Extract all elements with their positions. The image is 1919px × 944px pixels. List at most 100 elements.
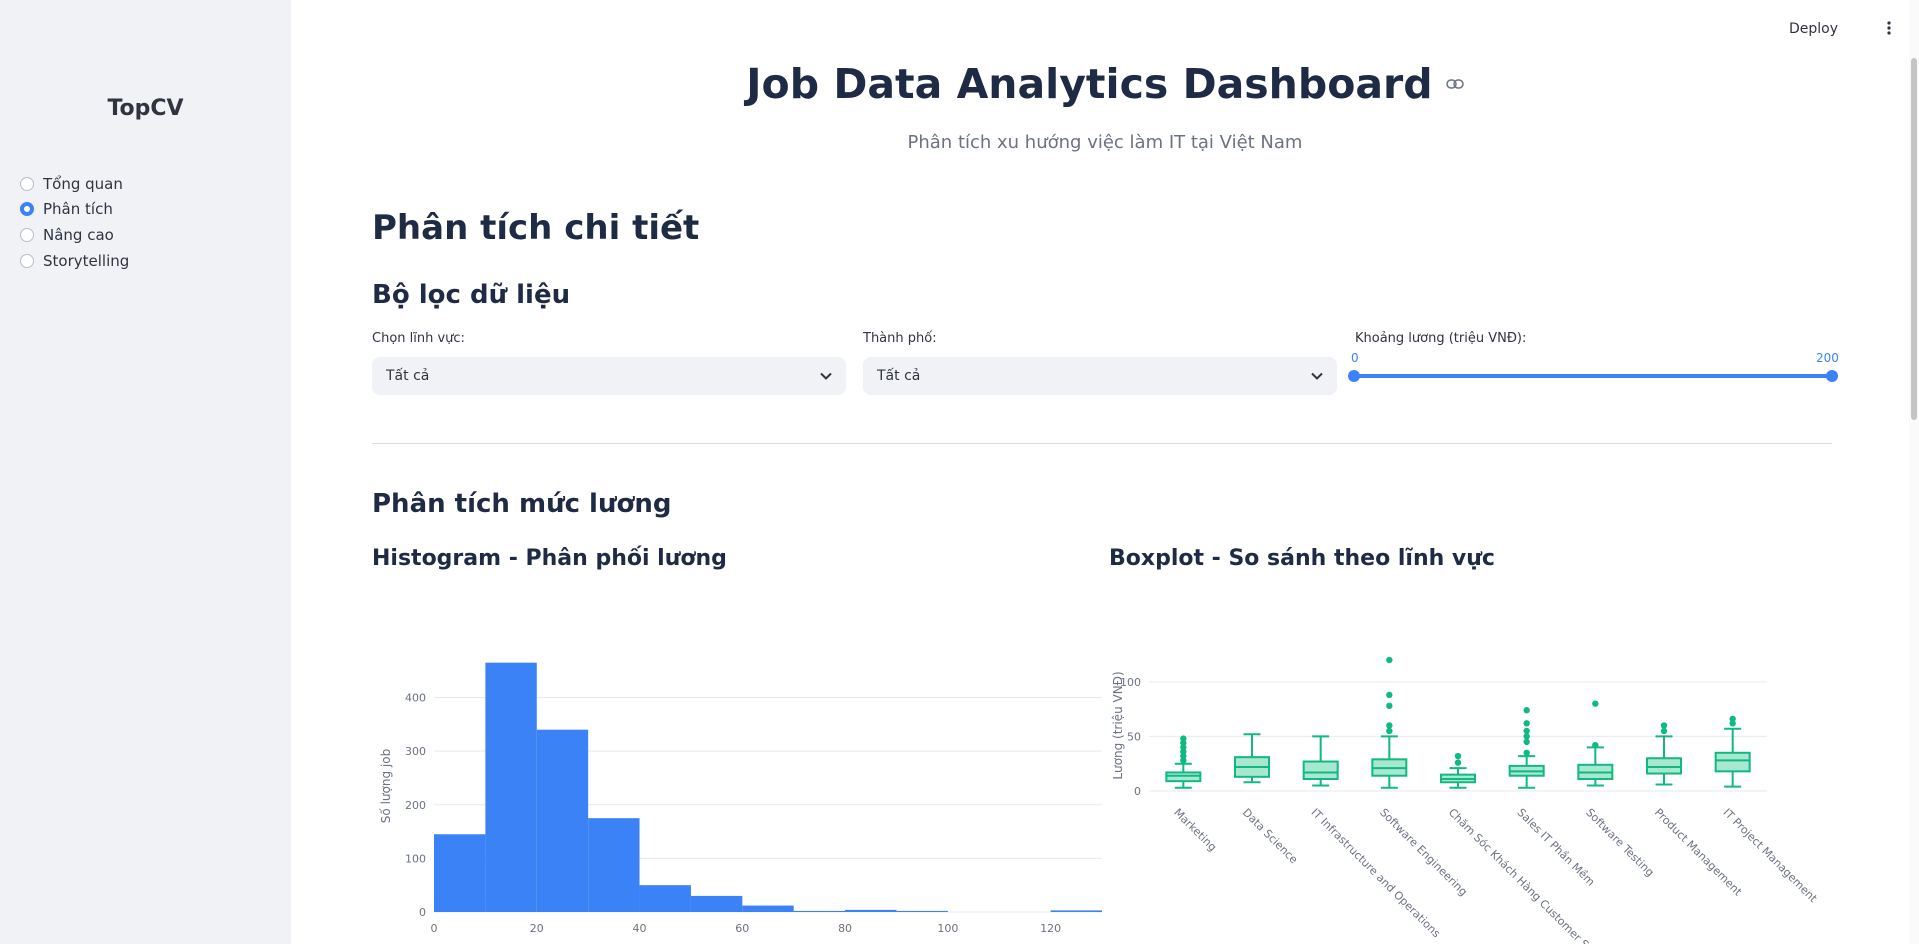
histogram-bar [588,818,640,912]
histogram-bar [1050,910,1102,912]
x-tick-label: 120 [1040,922,1061,935]
city-select[interactable]: Tất cả [863,357,1337,395]
x-tick-label: 20 [530,922,544,935]
x-tick-label: 80 [838,922,852,935]
radio-icon[interactable] [20,253,34,268]
box-outlier [1386,722,1393,729]
box-outlier [1386,691,1393,699]
nav-item-label: Nâng cao [43,225,114,244]
box-outlier [1660,727,1668,735]
nav-item-nang-cao[interactable]: Nâng cao [20,222,129,248]
vertical-dots-icon[interactable] [1887,20,1891,39]
box-outlier [1523,727,1530,735]
histogram-bar [434,834,486,912]
box-outlier [1592,700,1599,707]
y-tick-label: 0 [419,906,426,919]
boxplot-chart: 050100Marketing Data Science IT Infrastruc… [1111,656,1820,944]
box-outlier [1180,735,1187,742]
histogram-bar [896,910,948,912]
y-tick-label: 100 [405,852,426,865]
salary-max-value: 200 [1816,351,1839,365]
box-iqr [1646,757,1682,775]
city-label: Thành phố: [863,331,937,346]
x-tick-label: Data Science [1240,806,1301,867]
divider [372,443,1832,444]
boxplot-title: Boxplot - So sánh theo lĩnh vực [1109,546,1495,571]
scrollbar-thumb[interactable] [1911,58,1917,420]
box-outlier [1660,722,1668,729]
box-iqr [1714,751,1751,773]
histogram-bar [845,909,897,912]
chevron-down-icon [1311,368,1323,384]
x-tick-label: 100 [937,922,958,935]
histogram-bar [742,905,794,912]
histogram-bar [793,910,846,912]
salary-slider-min-handle[interactable] [1348,370,1360,382]
histogram-bar [485,662,537,912]
nav-item-label: Phân tích [43,200,113,219]
x-tick-label: 60 [735,922,749,935]
nav-item-phan-tich[interactable]: Phân tích [20,197,129,223]
histogram-bar [536,729,589,912]
salary-section-title: Phân tích mức lương [372,489,672,519]
box-outlier [1523,707,1530,714]
y-tick-label: 300 [405,745,426,758]
x-tick-label: 40 [633,922,647,935]
x-tick-label: 0 [431,922,438,935]
box-iqr [1302,760,1339,780]
radio-selected-icon[interactable] [20,202,34,217]
box-outlier [1523,733,1530,740]
field-label: Chọn lĩnh vực: [372,331,465,346]
box-outlier [1454,752,1462,760]
box-iqr [1165,771,1202,783]
y-axis-label: Lương (triệu VNĐ) [1111,671,1125,779]
y-tick-label: 400 [405,692,426,705]
page-title: Job Data Analytics Dashboard [746,60,1433,108]
salary-label: Khoảng lương (triệu VNĐ): [1355,331,1527,346]
nav-item-label: Storytelling [43,251,130,270]
box-outlier [1386,656,1393,664]
box-outlier [1729,715,1736,723]
sidebar-nav: Tổng quan Phân tích Nâng cao Storytellin… [20,171,129,273]
radio-icon[interactable] [20,227,34,242]
box-outlier [1454,759,1462,766]
header: Job Data Analytics Dashboard [291,60,1919,108]
y-tick-label: 200 [405,799,426,812]
sidebar: TopCV Tổng quan Phân tích Nâng cao Story… [0,0,291,944]
x-tick-label: IT Infrastructure and Operations [1309,806,1443,940]
field-select-value: Tất cả [386,368,430,384]
sidebar-title: TopCV [107,96,184,121]
box-outlier [1386,727,1393,735]
nav-item-label: Tổng quan [43,174,123,193]
x-tick-label: Software Testing [1583,806,1656,879]
deploy-button[interactable]: Deploy [1789,21,1838,37]
histogram-bar [639,885,691,912]
salary-min-value: 0 [1351,351,1359,365]
nav-item-storytelling[interactable]: Storytelling [20,248,129,274]
chevron-down-icon [820,368,832,384]
box-outlier [1523,738,1530,746]
main-content: Deploy Job Data Analytics Dashboard Phân… [291,0,1919,944]
salary-slider-max-handle[interactable] [1826,370,1838,382]
y-axis-label: Số lượng job [379,749,393,823]
salary-slider-track[interactable] [1354,374,1832,378]
histogram-bar [690,895,743,912]
y-tick-label: 50 [1127,730,1141,743]
link-icon[interactable] [1445,75,1464,94]
city-select-value: Tất cả [877,368,921,384]
y-tick-label: 0 [1134,785,1141,798]
nav-item-tong-quan[interactable]: Tổng quan [20,171,129,197]
x-tick-label: Marketing [1171,806,1219,854]
page-subtitle: Phân tích xu hướng việc làm IT tại Việt … [907,132,1303,153]
field-select[interactable]: Tất cả [372,357,846,395]
box-outlier [1523,720,1530,727]
box-outlier [1592,741,1599,749]
section-title: Phân tích chi tiết [372,208,700,248]
box-outlier [1386,702,1393,710]
filters-title: Bộ lọc dữ liệu [372,280,571,310]
histogram-chart: 0 100 200 300 400 0 20 40 60 80 100 120 Số lượng job [379,662,1102,935]
histogram-title: Histogram - Phân phối lương [372,546,727,571]
x-tick-label: Sales IT Phần Mềm [1515,806,1598,889]
radio-icon[interactable] [20,176,34,191]
box-outlier [1523,749,1530,756]
